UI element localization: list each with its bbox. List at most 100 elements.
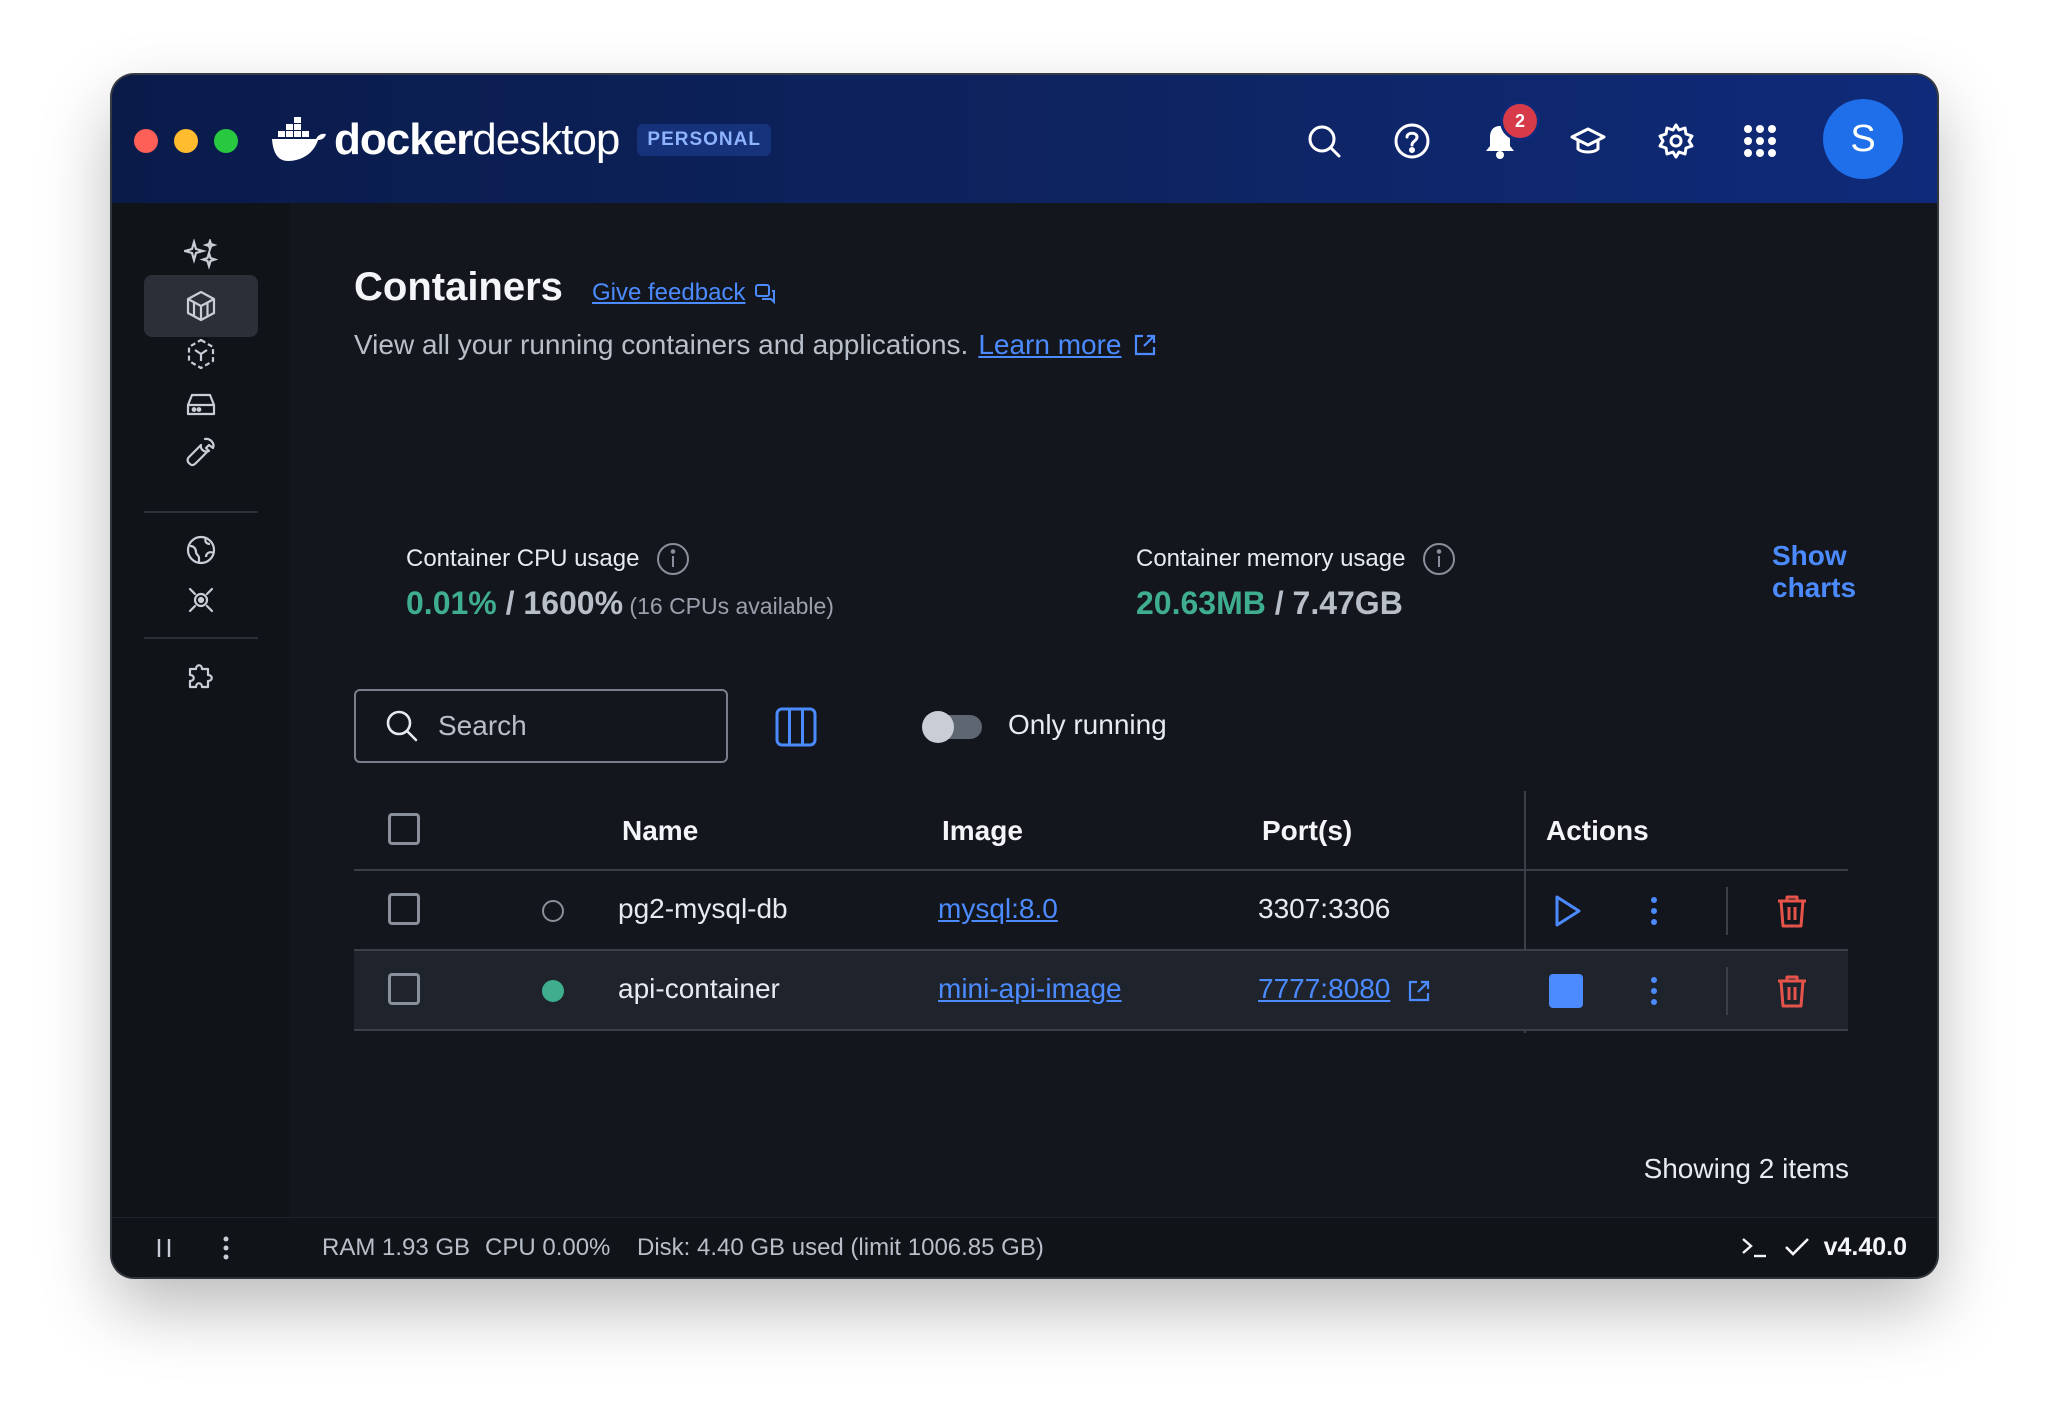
stop-icon xyxy=(1549,974,1583,1008)
container-name[interactable]: pg2-mysql-db xyxy=(618,893,788,925)
search-icon[interactable] xyxy=(1302,119,1346,163)
memory-total: / 7.47GB xyxy=(1265,585,1403,621)
docker-scout-icon xyxy=(188,587,214,613)
row-checkbox[interactable] xyxy=(388,973,420,1005)
memory-usage-value: 20.63MB / 7.47GB xyxy=(1136,585,1403,622)
version-info[interactable]: v4.40.0 xyxy=(1740,1232,1907,1262)
image-link[interactable]: mysql:8.0 xyxy=(938,893,1058,925)
volumes-icon xyxy=(186,393,216,416)
table-header: Name Image Port(s) Actions xyxy=(354,791,1848,871)
cpu-used: 0.01% xyxy=(406,585,497,621)
learning-center-icon[interactable] xyxy=(1566,119,1610,163)
container-name[interactable]: api-container xyxy=(618,973,780,1005)
page-subtitle: View all your running containers and app… xyxy=(354,329,1158,361)
subtitle-text: View all your running containers and app… xyxy=(354,329,969,360)
column-header-image[interactable]: Image xyxy=(942,815,1023,847)
column-header-name[interactable]: Name xyxy=(622,815,698,847)
kebab-menu-icon xyxy=(1651,897,1657,925)
column-header-actions: Actions xyxy=(1546,815,1649,846)
learn-more-link[interactable]: Learn more xyxy=(978,329,1121,361)
action-divider xyxy=(1726,967,1728,1015)
zoom-window-button[interactable] xyxy=(214,129,238,153)
only-running-label: Only running xyxy=(1008,709,1167,740)
items-count: Showing 2 items xyxy=(1643,1153,1849,1184)
select-all-checkbox[interactable] xyxy=(388,813,420,845)
trash-icon xyxy=(1778,895,1806,928)
memory-usage-label: Container memory usage xyxy=(1136,541,1457,577)
memory-usage-label-text: Container memory usage xyxy=(1136,545,1406,572)
more-actions-button[interactable] xyxy=(1632,969,1676,1013)
port-mapping: 3307:3306 xyxy=(1258,893,1391,924)
sidebar-item-builds[interactable] xyxy=(144,421,258,483)
page-title: Containers xyxy=(354,265,563,309)
table-row[interactable]: pg2-mysql-db mysql:8.0 3307:3306 xyxy=(354,871,1848,951)
sidebar-divider xyxy=(144,511,258,513)
columns-icon[interactable] xyxy=(774,705,818,749)
info-icon[interactable] xyxy=(1421,541,1457,577)
wrench-icon xyxy=(186,437,215,467)
close-window-button[interactable] xyxy=(134,129,158,153)
cpu-note: (16 CPUs available) xyxy=(623,593,834,619)
docker-logo: dockerdesktop PERSONAL xyxy=(270,113,771,167)
minimize-window-button[interactable] xyxy=(174,129,198,153)
image-link[interactable]: mini-api-image xyxy=(938,973,1122,1005)
table-row[interactable]: api-container mini-api-image 7777:8080 xyxy=(354,951,1848,1031)
ram-usage: RAM 1.93 GB xyxy=(322,1234,471,1261)
cpu-usage-label-text: Container CPU usage xyxy=(406,545,640,572)
kebab-menu-icon[interactable] xyxy=(210,1232,242,1264)
sidebar-item-extensions[interactable] xyxy=(144,645,258,707)
kebab-menu-icon xyxy=(1651,977,1657,1005)
show-charts-button[interactable]: Show charts xyxy=(1772,540,1937,604)
stop-button[interactable] xyxy=(1544,969,1588,1013)
cpu-usage-value: 0.01% / 1600% (16 CPUs available) xyxy=(406,585,834,622)
give-feedback-link[interactable]: Give feedback xyxy=(592,279,777,307)
only-running-toggle[interactable] xyxy=(922,711,982,743)
docker-whale-icon xyxy=(272,117,326,161)
trash-icon xyxy=(1778,975,1806,1008)
settings-icon[interactable] xyxy=(1654,119,1698,163)
search-input[interactable] xyxy=(438,710,718,742)
status-running-icon xyxy=(542,980,564,1002)
sidebar xyxy=(112,203,290,1217)
pause-icon[interactable] xyxy=(148,1232,180,1264)
extensions-icon xyxy=(188,664,213,689)
cpu-usage: CPU 0.00% xyxy=(485,1234,611,1261)
delete-button[interactable] xyxy=(1770,889,1814,933)
help-icon[interactable] xyxy=(1390,119,1434,163)
user-avatar[interactable]: S xyxy=(1823,99,1903,179)
external-link-icon xyxy=(1409,980,1430,1001)
plan-badge: PERSONAL xyxy=(637,124,771,156)
notification-count-badge: 2 xyxy=(1500,101,1540,141)
search-field[interactable] xyxy=(354,689,728,763)
external-link-icon xyxy=(1134,334,1155,356)
delete-button[interactable] xyxy=(1770,969,1814,1013)
feedback-icon xyxy=(755,284,776,305)
bell-icon[interactable]: 2 xyxy=(1478,101,1540,163)
sidebar-item-docker-scout[interactable] xyxy=(144,569,258,631)
action-divider xyxy=(1726,887,1728,935)
status-bar: RAM 1.93 GB CPU 0.00% Disk: 4.40 GB used… xyxy=(112,1217,1937,1277)
docker-hub-icon xyxy=(186,535,216,565)
search-icon xyxy=(386,710,418,742)
start-button[interactable] xyxy=(1544,889,1588,933)
status-stopped-icon xyxy=(542,900,564,922)
port-link[interactable]: 7777:8080 xyxy=(1258,973,1390,1004)
app-grid-icon[interactable] xyxy=(1738,119,1782,163)
main-content: Containers Give feedback View all your r… xyxy=(290,203,1937,1217)
play-icon xyxy=(1555,895,1581,927)
row-checkbox[interactable] xyxy=(388,893,420,925)
column-header-ports[interactable]: Port(s) xyxy=(1262,815,1352,847)
terminal-icon[interactable] xyxy=(1740,1232,1770,1262)
brand-name: dockerdesktop xyxy=(334,115,620,164)
sidebar-divider xyxy=(144,637,258,639)
port-mapping[interactable]: 7777:8080 xyxy=(1258,973,1432,1005)
give-feedback-label: Give feedback xyxy=(592,279,746,306)
version-label: v4.40.0 xyxy=(1823,1232,1907,1261)
containers-icon xyxy=(186,290,216,322)
title-bar: dockerdesktop PERSONAL 2 S xyxy=(112,75,1937,203)
more-actions-button[interactable] xyxy=(1632,889,1676,933)
images-icon xyxy=(187,338,215,370)
containers-table: Name Image Port(s) Actions pg2-mysql-db … xyxy=(354,791,1848,1033)
info-icon[interactable] xyxy=(655,541,691,577)
cpu-usage-label: Container CPU usage xyxy=(406,541,691,577)
